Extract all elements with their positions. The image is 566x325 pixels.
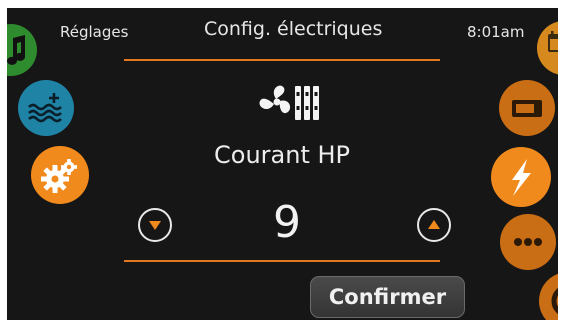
clock-time: 8:01am xyxy=(467,23,525,41)
display-icon xyxy=(512,100,542,117)
page-title: Config. électriques xyxy=(204,18,383,40)
settings-menu-label[interactable]: Réglages xyxy=(60,23,128,41)
electric-bolt-icon xyxy=(512,159,531,196)
calendar-button[interactable] xyxy=(537,21,558,75)
settings-screen: Réglages Config. électriques 8:01am Cour… xyxy=(7,8,558,320)
triangle-up-icon xyxy=(428,220,440,229)
more-button[interactable] xyxy=(500,214,556,270)
music-icon xyxy=(7,35,25,65)
setting-value: 9 xyxy=(273,197,301,248)
calendar-icon xyxy=(548,31,558,52)
decrease-button[interactable] xyxy=(138,208,172,242)
power-icon xyxy=(551,287,558,315)
setting-label: Courant HP xyxy=(214,141,350,169)
water-level-icon xyxy=(28,93,62,123)
confirm-button[interactable]: Confirmer xyxy=(310,276,465,318)
more-icon xyxy=(514,238,542,246)
fan-heater-icon xyxy=(259,85,319,120)
increase-button[interactable] xyxy=(417,208,451,242)
bottom-divider xyxy=(124,260,440,262)
electric-settings-button[interactable] xyxy=(491,147,551,207)
settings-gears-icon xyxy=(41,159,77,193)
music-button[interactable] xyxy=(7,24,37,76)
power-button[interactable] xyxy=(539,272,558,320)
settings-button[interactable] xyxy=(31,146,89,204)
triangle-down-icon xyxy=(149,221,161,230)
water-level-button[interactable] xyxy=(18,80,74,136)
top-divider xyxy=(124,59,440,61)
display-button[interactable] xyxy=(499,80,555,136)
